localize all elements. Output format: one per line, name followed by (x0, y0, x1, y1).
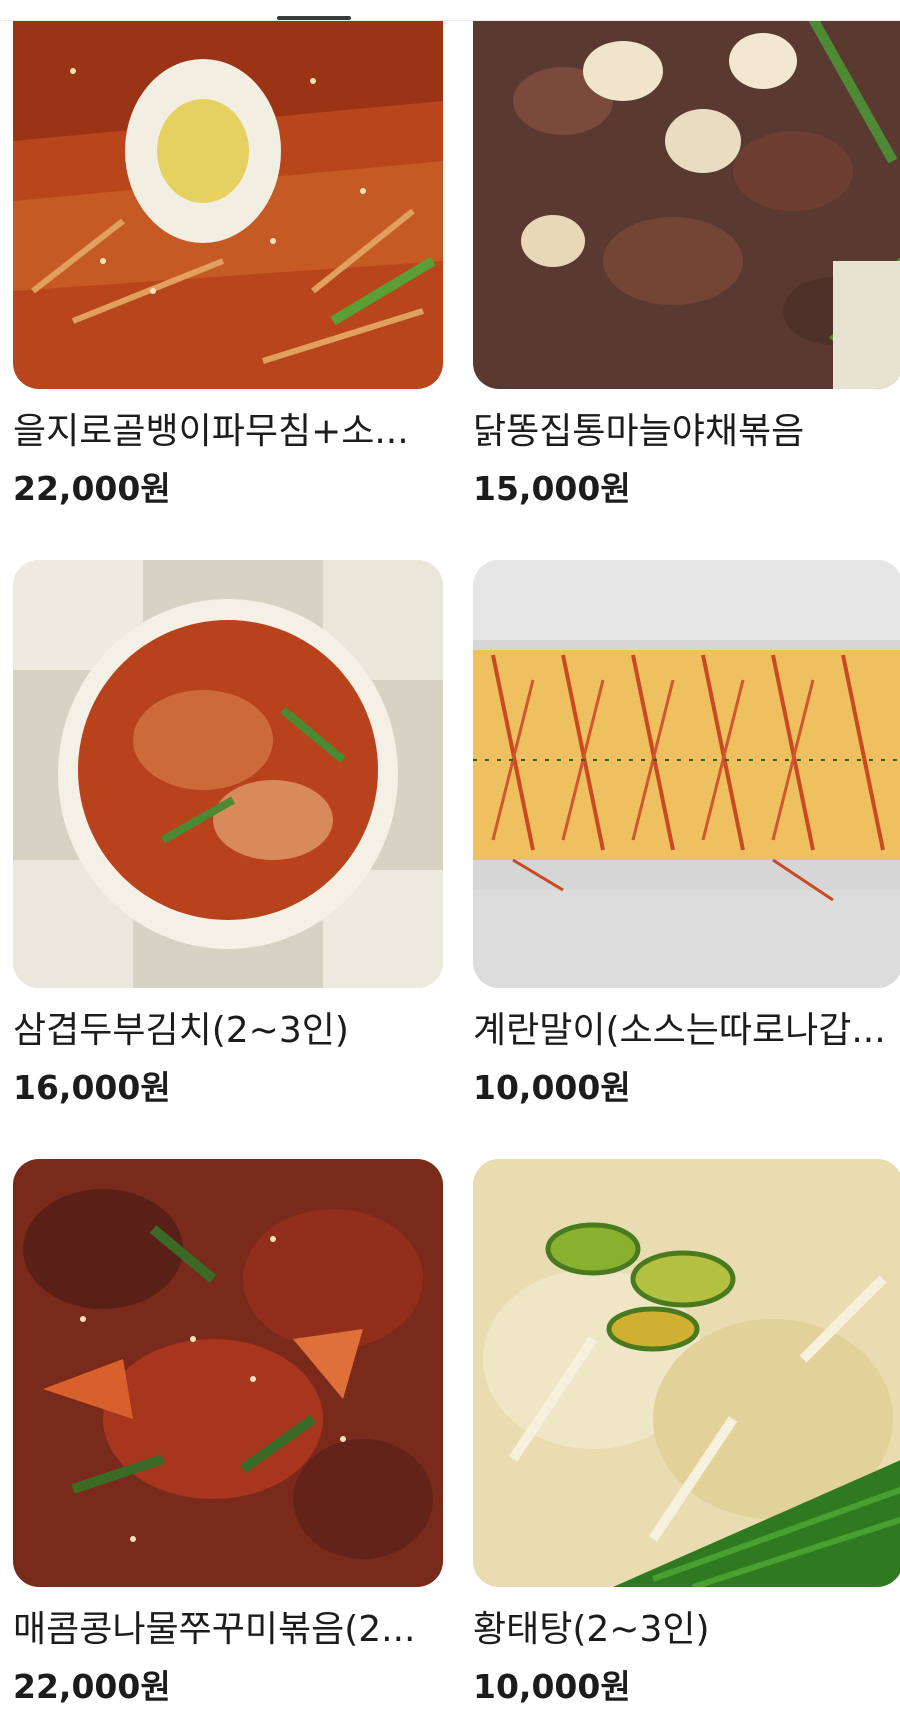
food-photo-icon (473, 560, 900, 988)
product-image[interactable] (13, 1159, 443, 1587)
food-photo-icon (13, 560, 443, 988)
product-grid: 을지로골뱅이파무침+소... 22,000원 닭똥집통마늘야채볶음 15,000… (0, 0, 900, 1727)
product-title[interactable]: 을지로골뱅이파무침+소... (13, 410, 443, 454)
product-image[interactable] (473, 0, 900, 389)
product-image[interactable] (13, 560, 443, 988)
product-card[interactable]: 매콤콩나물쭈꾸미볶음(2... 22,000원 (13, 1159, 443, 1719)
top-bar (0, 0, 900, 21)
product-card[interactable]: 황태탕(2~3인) 10,000원 (473, 1159, 900, 1719)
product-image[interactable] (473, 1159, 900, 1587)
product-title[interactable]: 계란말이(소스는따로나갑... (473, 1009, 900, 1053)
product-title[interactable]: 매콤콩나물쭈꾸미볶음(2... (13, 1608, 443, 1652)
product-card[interactable]: 삼겹두부김치(2~3인) 16,000원 (13, 560, 443, 1120)
product-title[interactable]: 닭똥집통마늘야채볶음 (473, 410, 900, 454)
food-photo-icon (13, 1159, 443, 1587)
product-price: 15,000원 (473, 469, 631, 508)
product-price: 10,000원 (473, 1667, 631, 1706)
product-price: 22,000원 (13, 1667, 171, 1706)
tab-indicator (277, 16, 351, 20)
product-image[interactable] (473, 560, 900, 988)
product-card[interactable]: 계란말이(소스는따로나갑... 10,000원 (473, 560, 900, 1120)
food-photo-icon (13, 0, 443, 389)
product-image[interactable] (13, 0, 443, 389)
product-title[interactable]: 삼겹두부김치(2~3인) (13, 1009, 443, 1053)
product-card[interactable]: 닭똥집통마늘야채볶음 15,000원 (473, 0, 900, 521)
food-photo-icon (473, 1159, 900, 1587)
product-price: 16,000원 (13, 1068, 171, 1107)
food-photo-icon (473, 0, 900, 389)
product-price: 22,000원 (13, 469, 171, 508)
product-title[interactable]: 황태탕(2~3인) (473, 1608, 900, 1652)
product-price: 10,000원 (473, 1068, 631, 1107)
product-card[interactable]: 을지로골뱅이파무침+소... 22,000원 (13, 0, 443, 521)
